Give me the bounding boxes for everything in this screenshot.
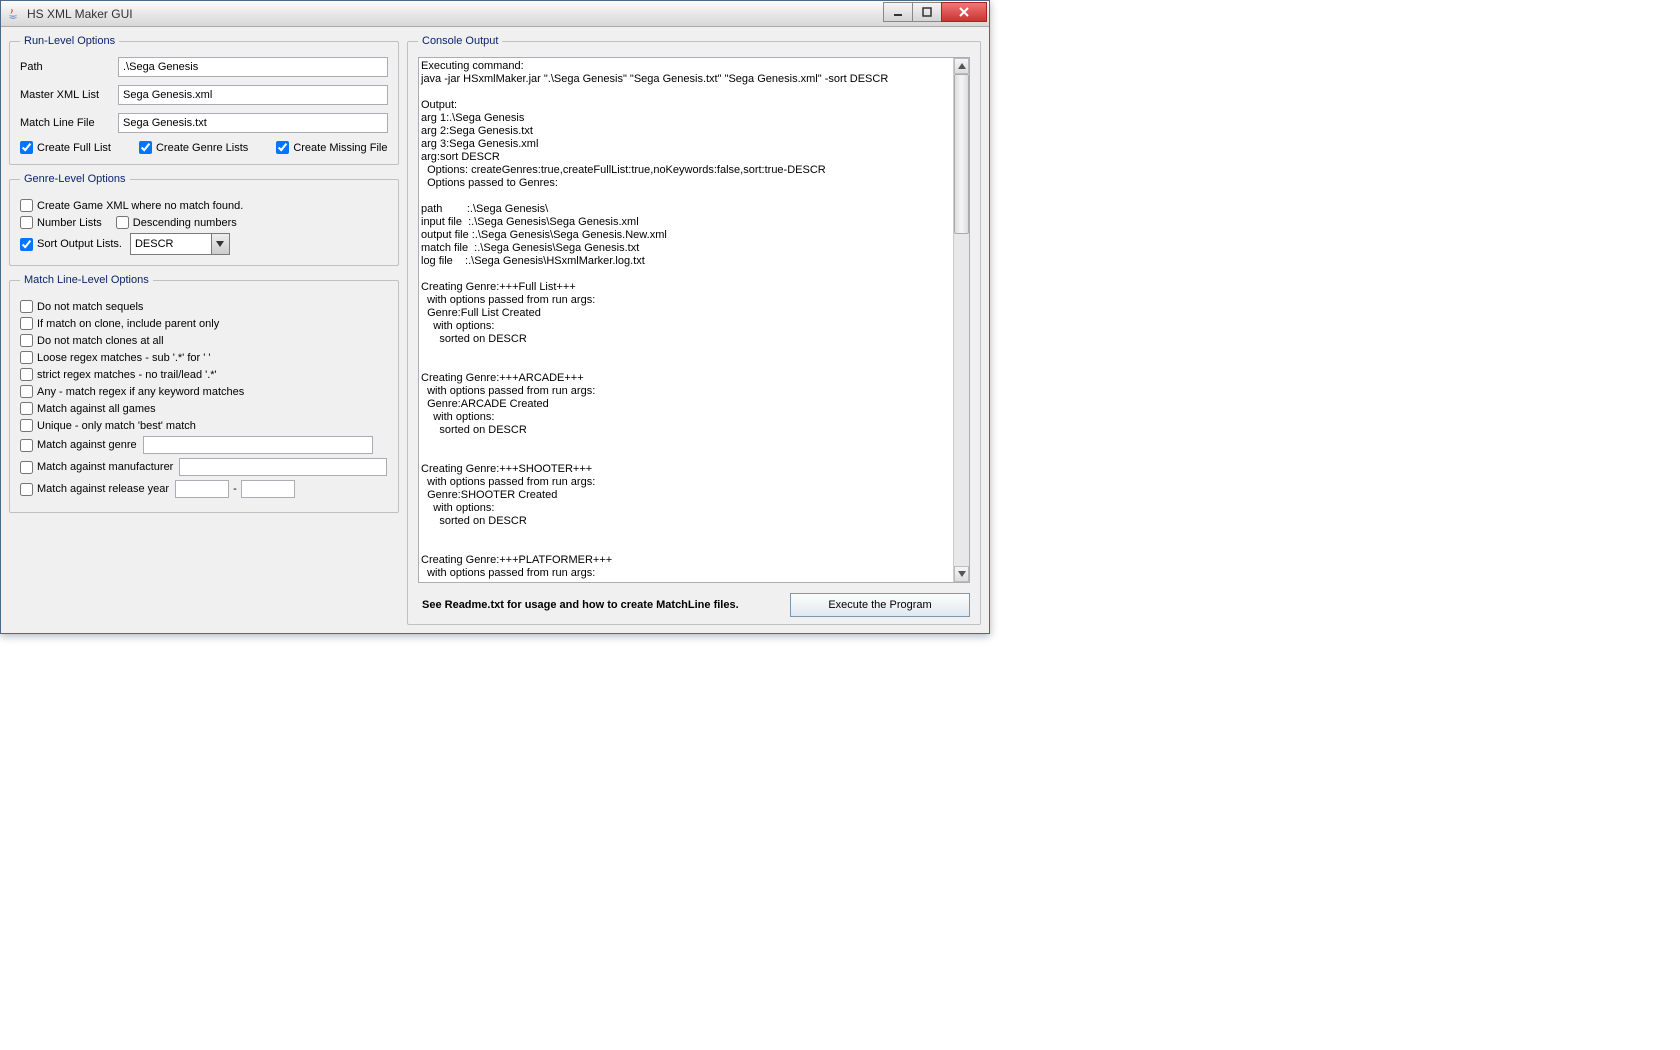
match-genre-input[interactable] <box>143 436 373 454</box>
sort-order-combo[interactable]: DESCR <box>130 233 230 255</box>
match-year-from-input[interactable] <box>175 480 229 498</box>
scroll-down-button[interactable] <box>954 566 969 582</box>
match-genre-label: Match against genre <box>37 439 137 451</box>
close-button[interactable] <box>941 2 987 22</box>
scroll-up-button[interactable] <box>954 58 969 74</box>
genre-level-legend: Genre-Level Options <box>20 173 130 185</box>
loose-regex-label: Loose regex matches - sub '.*' for ' ' <box>37 352 210 364</box>
scroll-track[interactable] <box>954 74 969 566</box>
year-separator: - <box>233 483 237 495</box>
window-controls <box>884 2 987 22</box>
match-manufacturer-checkbox[interactable] <box>20 461 33 474</box>
match-year-checkbox[interactable] <box>20 483 33 496</box>
create-missing-file-checkbox[interactable] <box>276 141 289 154</box>
window-title: HS XML Maker GUI <box>27 7 884 21</box>
java-icon <box>5 6 21 22</box>
strict-regex-label: strict regex matches - no trail/lead '.*… <box>37 369 217 381</box>
minimize-button[interactable] <box>883 2 913 22</box>
strict-regex-checkbox[interactable] <box>20 368 33 381</box>
clone-parent-label: If match on clone, include parent only <box>37 318 219 330</box>
match-line-level-group: Match Line-Level Options Do not match se… <box>9 274 399 513</box>
console-footer: See Readme.txt for usage and how to crea… <box>418 593 970 617</box>
descending-numbers-label: Descending numbers <box>133 217 237 229</box>
create-game-xml-checkbox[interactable] <box>20 199 33 212</box>
create-full-list-checkbox[interactable] <box>20 141 33 154</box>
matchline-file-input[interactable] <box>118 113 388 133</box>
run-level-legend: Run-Level Options <box>20 35 119 47</box>
match-year-to-input[interactable] <box>241 480 295 498</box>
match-manufacturer-input[interactable] <box>179 458 387 476</box>
titlebar[interactable]: HS XML Maker GUI <box>1 1 989 27</box>
console-body: Executing command: java -jar HSxmlMaker.… <box>418 57 970 583</box>
readme-hint: See Readme.txt for usage and how to crea… <box>418 599 778 611</box>
create-genre-lists-label: Create Genre Lists <box>156 142 248 154</box>
create-genre-lists-checkbox[interactable] <box>139 141 152 154</box>
master-xml-input[interactable] <box>118 85 388 105</box>
match-genre-checkbox[interactable] <box>20 439 33 452</box>
content-area: Run-Level Options Path Master XML List M… <box>1 27 989 633</box>
create-game-xml-label: Create Game XML where no match found. <box>37 200 243 212</box>
scroll-thumb[interactable] <box>954 74 969 234</box>
number-lists-label: Number Lists <box>37 217 102 229</box>
maximize-button[interactable] <box>912 2 942 22</box>
no-clones-label: Do not match clones at all <box>37 335 164 347</box>
loose-regex-checkbox[interactable] <box>20 351 33 364</box>
app-window: HS XML Maker GUI Run-Level Options Path … <box>0 0 990 634</box>
match-all-games-checkbox[interactable] <box>20 402 33 415</box>
run-level-group: Run-Level Options Path Master XML List M… <box>9 35 399 165</box>
no-sequels-label: Do not match sequels <box>37 301 143 313</box>
unique-best-checkbox[interactable] <box>20 419 33 432</box>
console-scrollbar[interactable] <box>953 58 969 582</box>
sort-output-checkbox[interactable] <box>20 238 33 251</box>
matchline-file-label: Match Line File <box>20 117 118 129</box>
any-match-label: Any - match regex if any keyword matches <box>37 386 244 398</box>
sort-output-label: Sort Output Lists. <box>37 238 122 250</box>
match-line-level-legend: Match Line-Level Options <box>20 274 153 286</box>
descending-numbers-checkbox[interactable] <box>116 216 129 229</box>
path-input[interactable] <box>118 57 388 77</box>
right-column: Console Output Executing command: java -… <box>407 35 981 625</box>
any-match-checkbox[interactable] <box>20 385 33 398</box>
console-output-legend: Console Output <box>418 35 502 47</box>
create-full-list-label: Create Full List <box>37 142 111 154</box>
number-lists-checkbox[interactable] <box>20 216 33 229</box>
match-year-label: Match against release year <box>37 483 169 495</box>
console-textarea[interactable]: Executing command: java -jar HSxmlMaker.… <box>419 58 953 582</box>
no-clones-checkbox[interactable] <box>20 334 33 347</box>
clone-parent-checkbox[interactable] <box>20 317 33 330</box>
no-sequels-checkbox[interactable] <box>20 300 33 313</box>
match-all-games-label: Match against all games <box>37 403 156 415</box>
master-xml-label: Master XML List <box>20 89 118 101</box>
genre-level-group: Genre-Level Options Create Game XML wher… <box>9 173 399 266</box>
execute-button[interactable]: Execute the Program <box>790 593 970 617</box>
path-label: Path <box>20 61 118 73</box>
create-missing-file-label: Create Missing File <box>293 142 387 154</box>
match-manufacturer-label: Match against manufacturer <box>37 461 173 473</box>
chevron-down-icon <box>211 234 229 254</box>
unique-best-label: Unique - only match 'best' match <box>37 420 196 432</box>
console-output-group: Console Output Executing command: java -… <box>407 35 981 625</box>
sort-order-value: DESCR <box>131 238 211 250</box>
left-column: Run-Level Options Path Master XML List M… <box>9 35 399 625</box>
